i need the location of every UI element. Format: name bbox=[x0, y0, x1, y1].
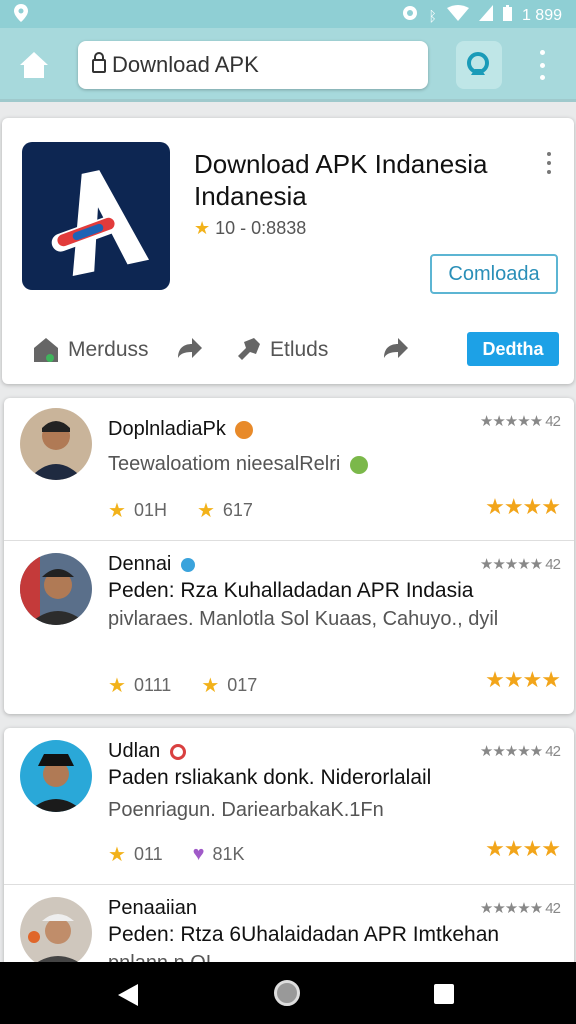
reviews-card: DoplnladiaPk Teewaloatiom nieesalRelri ★… bbox=[4, 398, 574, 714]
verified-icon bbox=[180, 557, 195, 572]
battery-icon bbox=[502, 5, 512, 26]
house-icon bbox=[34, 338, 58, 362]
forward-arrow-icon bbox=[178, 338, 202, 358]
browser-toolbar: Download APK bbox=[0, 28, 576, 102]
star-rating: ★★★★ bbox=[485, 836, 561, 861]
app-card: Download APK Indanesia Indanesia ★ 10 - … bbox=[2, 118, 574, 384]
home-icon bbox=[20, 52, 48, 78]
status-bar: ᛒ 1 899 bbox=[0, 0, 576, 28]
overflow-menu-button[interactable] bbox=[534, 50, 550, 80]
rating-summary: ★★★★★ 42 bbox=[479, 900, 561, 917]
reviewer-name: Udlan bbox=[108, 740, 186, 763]
forward-button[interactable] bbox=[176, 336, 204, 360]
review-subtext: pivlaraes. Manlotla Sol Kuaas, Cahuyo., … bbox=[108, 608, 499, 630]
search-icon bbox=[467, 52, 489, 75]
reply-button[interactable] bbox=[382, 336, 410, 360]
avatar bbox=[20, 553, 92, 625]
url-bar[interactable]: Download APK bbox=[78, 41, 428, 89]
share-arrow-icon bbox=[384, 338, 408, 358]
app-overflow-button[interactable] bbox=[544, 152, 554, 174]
badge-icon bbox=[169, 743, 186, 760]
signal-icon bbox=[478, 5, 493, 26]
review-text: Peden: Rtza 6Uhalaidadan APR Imtkehan bbox=[108, 923, 500, 946]
star-icon: ★ bbox=[108, 844, 126, 866]
review-stats: ★ 01H ★ 617 bbox=[108, 500, 253, 522]
action-etluds[interactable]: Etluds bbox=[234, 336, 328, 364]
review-subtext: Poenriagun. DariearbakaK.1Fn bbox=[108, 799, 384, 821]
app-meta: ★ 10 - 0:8838 bbox=[194, 218, 307, 238]
back-icon bbox=[118, 984, 138, 1006]
review-stats: ★ 011 ♥ 81K bbox=[108, 843, 245, 866]
review-text: Teewaloatiom nieesalRelri bbox=[108, 450, 558, 478]
bluetooth-icon: ᛒ bbox=[428, 7, 437, 24]
badge-icon bbox=[349, 455, 368, 474]
url-text: Download APK bbox=[112, 52, 259, 77]
download-button[interactable]: Comloada bbox=[430, 254, 558, 294]
review-text: Paden rsliakank donk. Niderorlalail bbox=[108, 766, 432, 789]
search-button[interactable] bbox=[456, 41, 502, 89]
star-icon: ★ bbox=[108, 675, 126, 697]
avatar bbox=[20, 897, 92, 968]
rating-summary: ★★★★★ 42 bbox=[479, 743, 561, 760]
avatar bbox=[20, 408, 92, 480]
recents-button[interactable] bbox=[434, 984, 454, 1004]
heart-icon: ♥ bbox=[192, 843, 205, 865]
review-text: Peden: Rza Kuhalladadan APR Indasia bbox=[108, 579, 474, 602]
action-merduss[interactable]: Merduss bbox=[32, 336, 149, 364]
system-nav-bar bbox=[0, 962, 576, 1024]
review-item[interactable]: DoplnladiaPk Teewaloatiom nieesalRelri ★… bbox=[4, 398, 574, 540]
pin-icon bbox=[238, 338, 260, 360]
star-icon: ★ bbox=[194, 218, 211, 238]
rating-summary: ★★★★★ 42 bbox=[479, 556, 561, 573]
status-time: 1 899 bbox=[521, 6, 562, 24]
share-button[interactable]: Dedtha bbox=[467, 332, 559, 366]
star-rating: ★★★★ bbox=[485, 494, 561, 519]
star-icon: ★ bbox=[201, 675, 220, 697]
home-button[interactable] bbox=[18, 50, 50, 80]
rating-summary: ★★★★★ 42 bbox=[479, 413, 561, 430]
star-icon: ★ bbox=[196, 500, 215, 522]
dot-icon bbox=[539, 50, 545, 55]
reviews-card: Udlan Paden rsliakank donk. Niderorlalai… bbox=[4, 728, 574, 968]
home-nav-button[interactable] bbox=[274, 980, 300, 1006]
wifi-icon bbox=[446, 5, 469, 26]
avatar bbox=[20, 740, 92, 812]
review-stats: ★ 0111 ★ 017 bbox=[108, 675, 258, 697]
back-button[interactable] bbox=[118, 984, 140, 1011]
review-item[interactable]: Penaaiian Peden: Rtza 6Uhalaidadan APR I… bbox=[4, 885, 574, 968]
review-item[interactable]: Dennai Peden: Rza Kuhalladadan APR Indas… bbox=[4, 541, 574, 713]
app-logo-icon[interactable] bbox=[22, 142, 170, 290]
badge-icon bbox=[235, 420, 254, 439]
reviewer-name: Dennai bbox=[108, 553, 195, 576]
star-icon: ★ bbox=[108, 500, 126, 522]
star-rating: ★★★★ bbox=[485, 667, 561, 692]
location-icon bbox=[14, 4, 28, 27]
lock-icon bbox=[92, 51, 106, 79]
reviewer-name: Penaaiian bbox=[108, 897, 197, 919]
app-title: Download APK Indanesia Indanesia bbox=[194, 149, 488, 211]
review-item[interactable]: Udlan Paden rsliakank donk. Niderorlalai… bbox=[4, 728, 574, 884]
reviewer-name: DoplnladiaPk bbox=[108, 418, 254, 441]
alarm-icon bbox=[401, 4, 419, 27]
